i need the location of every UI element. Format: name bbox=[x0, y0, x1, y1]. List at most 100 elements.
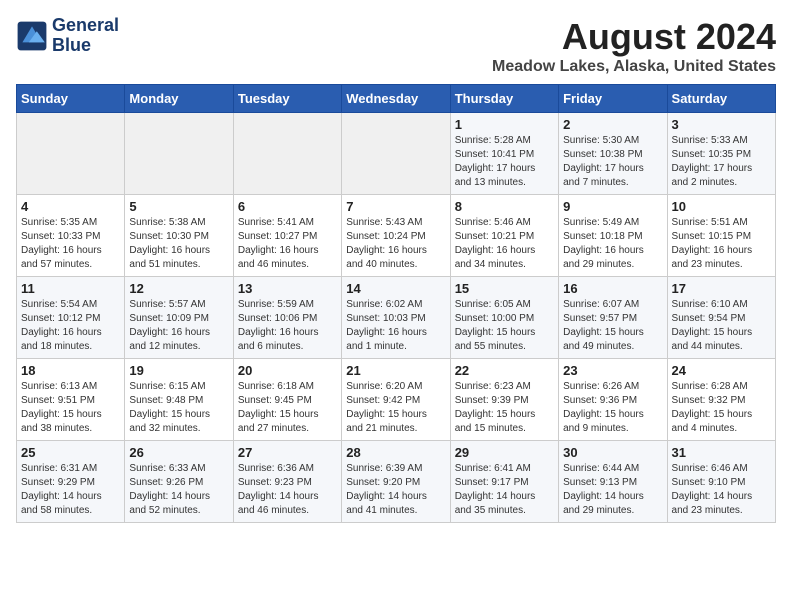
day-cell: 26Sunrise: 6:33 AM Sunset: 9:26 PM Dayli… bbox=[125, 441, 233, 523]
day-cell: 25 Sunrise: 6:31 AM Sunset: 9:29 PM Dayli… bbox=[17, 441, 125, 523]
day-number: 8 bbox=[455, 199, 554, 214]
day-info: Sunrise: 6:31 AM Sunset: 9:29 PM Dayligh… bbox=[21, 462, 120, 518]
day-number: 29 bbox=[455, 445, 554, 460]
day-number: 24 bbox=[672, 363, 771, 378]
day-info: Sunrise: 5:35 AM Sunset: 10:33 PM Daylig… bbox=[21, 216, 120, 272]
day-number: 17 bbox=[672, 281, 771, 296]
day-cell: 7Sunrise: 5:43 AM Sunset: 10:24 PM Dayli… bbox=[342, 195, 450, 277]
day-info: Sunrise: 6:44 AM Sunset: 9:13 PM Dayligh… bbox=[563, 462, 662, 518]
day-info: Sunrise: 6:07 AM Sunset: 9:57 PM Dayligh… bbox=[563, 298, 662, 354]
header-row: SundayMondayTuesdayWednesdayThursdayFrid… bbox=[17, 85, 776, 113]
day-cell: 29 Sunrise: 6:41 AM Sunset: 9:17 PM Dayli… bbox=[450, 441, 558, 523]
day-number: 16 bbox=[563, 281, 662, 296]
day-cell: 30Sunrise: 6:44 AM Sunset: 9:13 PM Dayli… bbox=[559, 441, 667, 523]
day-info: Sunrise: 5:46 AM Sunset: 10:21 PM Daylig… bbox=[455, 216, 554, 272]
header-cell-thursday: Thursday bbox=[450, 85, 558, 113]
day-info: Sunrise: 6:13 AM Sunset: 9:51 PM Dayligh… bbox=[21, 380, 120, 436]
day-info: Sunrise: 5:49 AM Sunset: 10:18 PM Daylig… bbox=[563, 216, 662, 272]
logo-text: General Blue bbox=[52, 16, 119, 56]
day-cell: 1 Sunrise: 5:28 AM Sunset: 10:41 PM Dayli… bbox=[450, 113, 558, 195]
day-cell bbox=[233, 113, 341, 195]
header: General Blue August 2024 Meadow Lakes, A… bbox=[16, 16, 776, 76]
day-number: 11 bbox=[21, 281, 120, 296]
day-number: 1 bbox=[455, 117, 554, 132]
day-number: 7 bbox=[346, 199, 445, 214]
day-cell: 24 Sunrise: 6:28 AM Sunset: 9:32 PM Dayli… bbox=[667, 359, 775, 441]
day-info: Sunrise: 5:30 AM Sunset: 10:38 PM Daylig… bbox=[563, 134, 662, 190]
day-number: 21 bbox=[346, 363, 445, 378]
day-cell: 28 Sunrise: 6:39 AM Sunset: 9:20 PM Dayli… bbox=[342, 441, 450, 523]
day-number: 26 bbox=[129, 445, 228, 460]
day-cell bbox=[17, 113, 125, 195]
day-number: 12 bbox=[129, 281, 228, 296]
logo-line1: General bbox=[52, 16, 119, 36]
day-cell: 27Sunrise: 6:36 AM Sunset: 9:23 PM Dayli… bbox=[233, 441, 341, 523]
day-cell: 31Sunrise: 6:46 AM Sunset: 9:10 PM Dayli… bbox=[667, 441, 775, 523]
day-info: Sunrise: 6:36 AM Sunset: 9:23 PM Dayligh… bbox=[238, 462, 337, 518]
calendar-table: SundayMondayTuesdayWednesdayThursdayFrid… bbox=[16, 84, 776, 523]
day-info: Sunrise: 6:15 AM Sunset: 9:48 PM Dayligh… bbox=[129, 380, 228, 436]
day-cell: 3Sunrise: 5:33 AM Sunset: 10:35 PM Dayli… bbox=[667, 113, 775, 195]
day-cell bbox=[342, 113, 450, 195]
day-info: Sunrise: 5:57 AM Sunset: 10:09 PM Daylig… bbox=[129, 298, 228, 354]
day-cell: 21Sunrise: 6:20 AM Sunset: 9:42 PM Dayli… bbox=[342, 359, 450, 441]
header-cell-monday: Monday bbox=[125, 85, 233, 113]
day-cell: 16 Sunrise: 6:07 AM Sunset: 9:57 PM Dayli… bbox=[559, 277, 667, 359]
day-cell: 6 Sunrise: 5:41 AM Sunset: 10:27 PM Dayli… bbox=[233, 195, 341, 277]
day-info: Sunrise: 6:39 AM Sunset: 9:20 PM Dayligh… bbox=[346, 462, 445, 518]
day-number: 4 bbox=[21, 199, 120, 214]
day-number: 22 bbox=[455, 363, 554, 378]
day-number: 18 bbox=[21, 363, 120, 378]
day-info: Sunrise: 5:51 AM Sunset: 10:15 PM Daylig… bbox=[672, 216, 771, 272]
day-cell: 4 Sunrise: 5:35 AM Sunset: 10:33 PM Dayli… bbox=[17, 195, 125, 277]
day-cell bbox=[125, 113, 233, 195]
day-number: 20 bbox=[238, 363, 337, 378]
subtitle: Meadow Lakes, Alaska, United States bbox=[492, 58, 776, 76]
day-number: 6 bbox=[238, 199, 337, 214]
week-row-3: 11Sunrise: 5:54 AM Sunset: 10:12 PM Dayl… bbox=[17, 277, 776, 359]
day-number: 25 bbox=[21, 445, 120, 460]
day-cell: 15 Sunrise: 6:05 AM Sunset: 10:00 PM Dayl… bbox=[450, 277, 558, 359]
week-row-5: 25 Sunrise: 6:31 AM Sunset: 9:29 PM Dayli… bbox=[17, 441, 776, 523]
day-info: Sunrise: 5:59 AM Sunset: 10:06 PM Daylig… bbox=[238, 298, 337, 354]
day-info: Sunrise: 6:28 AM Sunset: 9:32 PM Dayligh… bbox=[672, 380, 771, 436]
day-cell: 11Sunrise: 5:54 AM Sunset: 10:12 PM Dayl… bbox=[17, 277, 125, 359]
day-number: 23 bbox=[563, 363, 662, 378]
day-info: Sunrise: 6:05 AM Sunset: 10:00 PM Daylig… bbox=[455, 298, 554, 354]
logo-icon bbox=[16, 20, 48, 52]
day-cell: 23 Sunrise: 6:26 AM Sunset: 9:36 PM Dayli… bbox=[559, 359, 667, 441]
day-info: Sunrise: 6:18 AM Sunset: 9:45 PM Dayligh… bbox=[238, 380, 337, 436]
day-number: 13 bbox=[238, 281, 337, 296]
title-section: August 2024 Meadow Lakes, Alaska, United… bbox=[492, 16, 776, 76]
header-cell-friday: Friday bbox=[559, 85, 667, 113]
logo: General Blue bbox=[16, 16, 119, 56]
day-cell: 17Sunrise: 6:10 AM Sunset: 9:54 PM Dayli… bbox=[667, 277, 775, 359]
day-number: 14 bbox=[346, 281, 445, 296]
day-cell: 18 Sunrise: 6:13 AM Sunset: 9:51 PM Dayli… bbox=[17, 359, 125, 441]
logo-line2: Blue bbox=[52, 36, 119, 56]
day-cell: 8 Sunrise: 5:46 AM Sunset: 10:21 PM Dayli… bbox=[450, 195, 558, 277]
main-title: August 2024 bbox=[492, 16, 776, 58]
day-number: 5 bbox=[129, 199, 228, 214]
day-cell: 19Sunrise: 6:15 AM Sunset: 9:48 PM Dayli… bbox=[125, 359, 233, 441]
day-cell: 5 Sunrise: 5:38 AM Sunset: 10:30 PM Dayli… bbox=[125, 195, 233, 277]
day-number: 3 bbox=[672, 117, 771, 132]
day-cell: 14Sunrise: 6:02 AM Sunset: 10:03 PM Dayl… bbox=[342, 277, 450, 359]
day-info: Sunrise: 6:46 AM Sunset: 9:10 PM Dayligh… bbox=[672, 462, 771, 518]
day-number: 2 bbox=[563, 117, 662, 132]
day-number: 10 bbox=[672, 199, 771, 214]
day-info: Sunrise: 5:28 AM Sunset: 10:41 PM Daylig… bbox=[455, 134, 554, 190]
day-info: Sunrise: 5:41 AM Sunset: 10:27 PM Daylig… bbox=[238, 216, 337, 272]
header-cell-wednesday: Wednesday bbox=[342, 85, 450, 113]
day-number: 15 bbox=[455, 281, 554, 296]
header-cell-saturday: Saturday bbox=[667, 85, 775, 113]
week-row-2: 4 Sunrise: 5:35 AM Sunset: 10:33 PM Dayli… bbox=[17, 195, 776, 277]
day-number: 28 bbox=[346, 445, 445, 460]
day-info: Sunrise: 6:23 AM Sunset: 9:39 PM Dayligh… bbox=[455, 380, 554, 436]
day-cell: 2 Sunrise: 5:30 AM Sunset: 10:38 PM Dayli… bbox=[559, 113, 667, 195]
day-cell: 9Sunrise: 5:49 AM Sunset: 10:18 PM Dayli… bbox=[559, 195, 667, 277]
day-info: Sunrise: 6:26 AM Sunset: 9:36 PM Dayligh… bbox=[563, 380, 662, 436]
day-info: Sunrise: 6:41 AM Sunset: 9:17 PM Dayligh… bbox=[455, 462, 554, 518]
day-cell: 12 Sunrise: 5:57 AM Sunset: 10:09 PM Dayl… bbox=[125, 277, 233, 359]
day-info: Sunrise: 5:38 AM Sunset: 10:30 PM Daylig… bbox=[129, 216, 228, 272]
